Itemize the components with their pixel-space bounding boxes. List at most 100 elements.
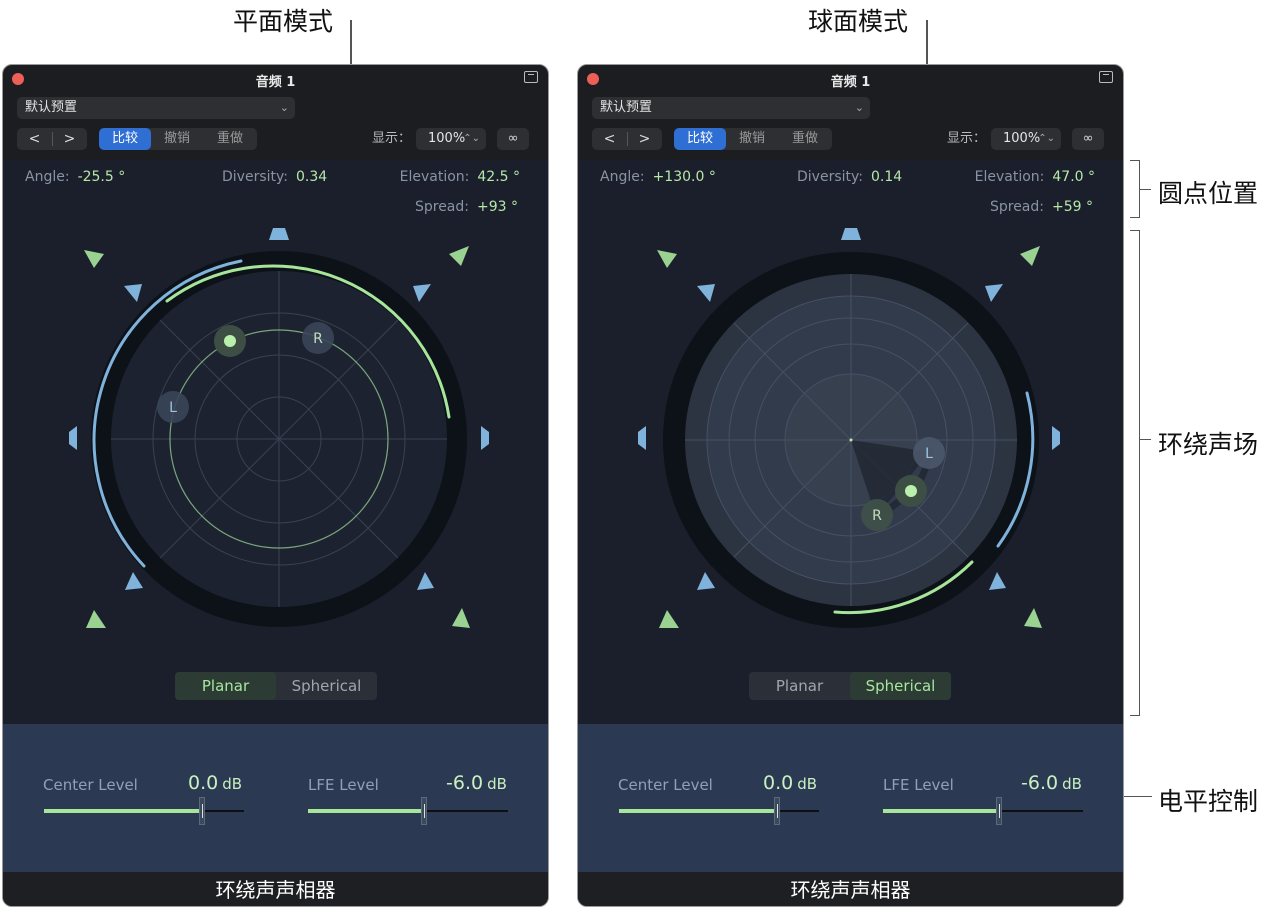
speaker-icon-left: [69, 426, 77, 450]
previous-preset-button[interactable]: <: [592, 128, 627, 150]
lfe-level-knob[interactable]: [421, 797, 427, 825]
undo-button[interactable]: 撤销: [726, 128, 778, 150]
right-channel-label: R: [313, 331, 323, 347]
lfe-level-fill: [883, 809, 999, 813]
speaker-icon-center: [269, 228, 289, 240]
redo-button[interactable]: 重做: [203, 128, 257, 150]
caption: 环绕声声相器: [3, 872, 548, 906]
zoom-menu[interactable]: 100% ⌃⌄: [416, 128, 486, 150]
lfe-level-unit: dB: [487, 775, 507, 793]
callout-bracket-field-bottom: [1130, 715, 1140, 716]
nav-group: < >: [17, 128, 87, 150]
toolbar: < > 比较 撤销 重做 显示： 100% ⌃⌄ ∞: [3, 128, 548, 152]
center-level-readout: 0.0 dB: [763, 772, 817, 794]
undo-button[interactable]: 撤销: [151, 128, 203, 150]
planar-mode-button[interactable]: Planar: [749, 672, 850, 700]
speaker-icon-rear-left: [697, 572, 715, 590]
callout-bracket-dot-top: [1130, 160, 1140, 161]
speaker-icon-rear-right: [989, 572, 1006, 590]
mode-selector: Planar Spherical: [175, 672, 377, 700]
speaker-icon-top-rear-left: [86, 610, 106, 628]
center-level-label: Center Level: [43, 776, 138, 794]
nav-group: < >: [592, 128, 662, 150]
speaker-icon-center: [841, 228, 861, 240]
speaker-icon-left: [638, 426, 646, 450]
caption: 环绕声声相器: [578, 872, 1123, 906]
spherical-mode-button[interactable]: Spherical: [850, 672, 951, 700]
link-icon: ∞: [1082, 131, 1094, 146]
lfe-level-label: LFE Level: [308, 776, 379, 794]
speaker-icon-rear-right: [417, 572, 434, 590]
panner-window-spherical: 音频 1 默认预置 ⌄ < > 比较 撤销 重做 显示： 100% ⌃⌄ ∞ A…: [577, 64, 1124, 907]
speaker-icon-rear-left: [125, 572, 143, 590]
speaker-icon-top-front-left: [657, 250, 677, 268]
zoom-value: 100%: [1003, 131, 1041, 146]
callout-bracket-field-vertical: [1139, 230, 1140, 716]
lfe-level-readout: -6.0 dB: [1021, 772, 1082, 794]
speaker-icon-front-left: [697, 284, 715, 302]
expand-icon[interactable]: [1099, 71, 1113, 83]
chevron-down-icon: ⌄: [279, 101, 289, 114]
speaker-icon-front-right: [413, 284, 431, 302]
title-bar: 音频 1: [3, 65, 548, 95]
next-preset-button[interactable]: >: [52, 128, 87, 150]
grid: [111, 271, 447, 607]
planar-mode-button[interactable]: Planar: [175, 672, 276, 700]
stepper-icon: ⌃⌄: [1038, 133, 1055, 144]
window-title: 音频 1: [255, 75, 296, 90]
center-level-value[interactable]: 0.0: [188, 772, 218, 794]
pan-dot[interactable]: [224, 335, 236, 347]
surround-field-area: Angle: -25.5 ° Diversity: 0.34 Elevation: 4…: [3, 160, 548, 724]
level-controls: Center Level 0.0 dB LFE Level -6.0 dB: [578, 724, 1123, 872]
callout-level-controls: 电平控制: [1158, 787, 1259, 816]
expand-icon[interactable]: [524, 71, 538, 83]
zoom-value: 100%: [428, 131, 466, 146]
center-level-fill: [44, 809, 202, 813]
lfe-level-fill: [308, 809, 424, 813]
callout-bracket-field-tick: [1139, 439, 1151, 440]
preset-label: 默认预置: [600, 100, 653, 115]
speaker-icon-front-left: [124, 284, 142, 302]
center-point: [849, 438, 853, 442]
left-channel-label: L: [925, 446, 933, 462]
lfe-level-value[interactable]: -6.0: [1021, 772, 1058, 794]
compare-button[interactable]: 比较: [99, 128, 151, 150]
spherical-mode-button[interactable]: Spherical: [276, 672, 377, 700]
center-level-value[interactable]: 0.0: [763, 772, 793, 794]
center-level-readout: 0.0 dB: [188, 772, 242, 794]
surround-field-area: Angle: +130.0 ° Diversity: 0.14 Elevation:…: [578, 160, 1123, 724]
preset-menu[interactable]: 默认预置 ⌄: [17, 97, 295, 119]
lfe-level-label: LFE Level: [883, 776, 954, 794]
planar-surround-field[interactable]: L R: [3, 160, 549, 660]
callout-spherical-mode: 球面模式: [808, 7, 909, 36]
spherical-surround-field[interactable]: L R: [578, 160, 1124, 660]
center-level-knob[interactable]: [774, 797, 780, 825]
stepper-icon: ⌃⌄: [463, 133, 480, 144]
callout-dot-position: 圆点位置: [1158, 179, 1259, 208]
zoom-menu[interactable]: 100% ⌃⌄: [991, 128, 1061, 150]
center-level-unit: dB: [222, 775, 243, 793]
compare-button[interactable]: 比较: [674, 128, 726, 150]
speaker-icon-top-rear-right: [1024, 608, 1042, 628]
edit-group: 比较 撤销 重做: [674, 128, 832, 150]
redo-button[interactable]: 重做: [778, 128, 832, 150]
window-title: 音频 1: [830, 75, 871, 90]
lfe-level-value[interactable]: -6.0: [446, 772, 483, 794]
center-level-knob[interactable]: [199, 797, 205, 825]
preset-label: 默认预置: [25, 100, 78, 115]
link-button[interactable]: ∞: [497, 128, 529, 150]
pan-dot[interactable]: [905, 485, 917, 497]
preset-menu[interactable]: 默认预置 ⌄: [592, 97, 870, 119]
lfe-level-knob[interactable]: [996, 797, 1002, 825]
speaker-icon-top-front-right: [1020, 246, 1040, 266]
callout-bracket-dot-bottom: [1130, 217, 1140, 218]
callout-line-levels: [1124, 796, 1152, 797]
link-button[interactable]: ∞: [1072, 128, 1104, 150]
previous-preset-button[interactable]: <: [17, 128, 52, 150]
callout-bracket-dot-tick: [1139, 189, 1151, 190]
right-channel-label: R: [872, 508, 882, 524]
level-controls: Center Level 0.0 dB LFE Level -6.0 dB: [3, 724, 548, 872]
next-preset-button[interactable]: >: [627, 128, 662, 150]
panner-window-planar: 音频 1 默认预置 ⌄ < > 比较 撤销 重做 显示： 100% ⌃⌄ ∞ A…: [2, 64, 549, 907]
lfe-level-unit: dB: [1062, 775, 1082, 793]
